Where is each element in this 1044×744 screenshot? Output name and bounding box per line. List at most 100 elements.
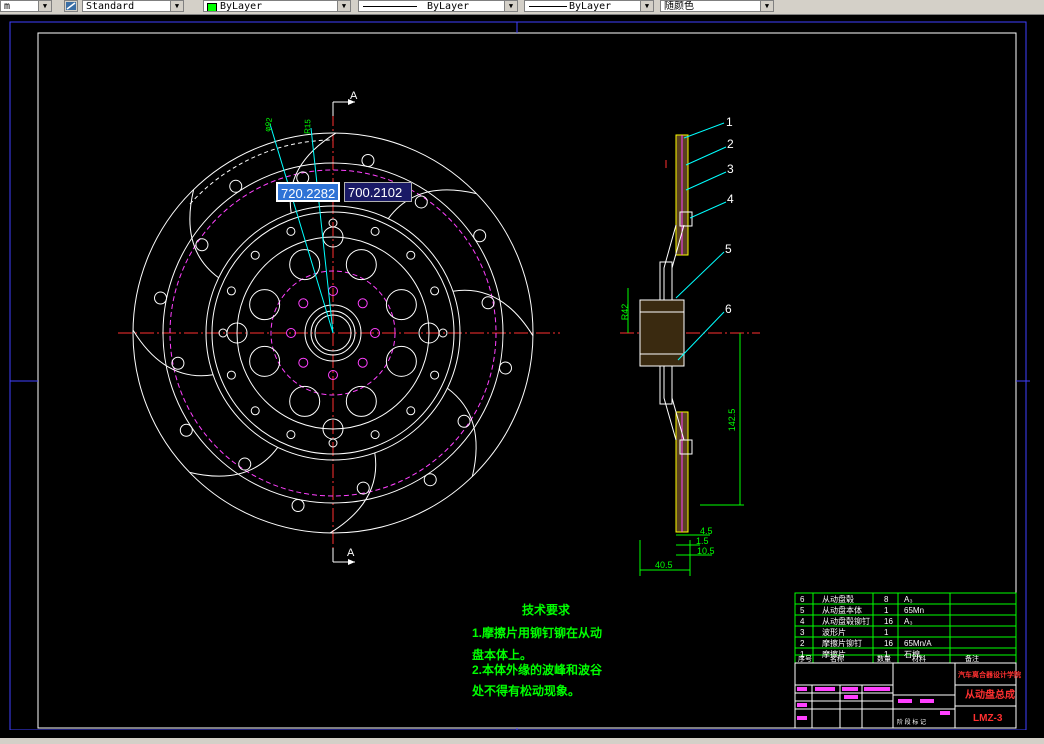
plotstyle-select[interactable]: 随颜色 ▼ <box>660 0 774 12</box>
rivet-hole <box>361 154 375 168</box>
section-view <box>620 122 760 576</box>
parts-cell: 从动盘毂 <box>822 594 854 604</box>
rivet-hole <box>423 473 437 487</box>
parts-cell: 16 <box>884 617 893 626</box>
balloon-6: 6 <box>725 302 732 316</box>
rivet-hole <box>457 414 471 428</box>
linetype-select[interactable]: ByLayer ▼ <box>358 0 518 12</box>
tech-req-line-2: 盘本体上。 <box>472 647 532 662</box>
tech-req-line-3: 2.本体外缘的波峰和波谷 <box>472 662 603 677</box>
status-bar <box>0 738 1044 744</box>
hub-rivet-hole <box>298 298 309 309</box>
window-hole <box>385 345 417 377</box>
rivet-hole <box>179 423 193 437</box>
rivet-hole <box>229 179 243 193</box>
parts-cell: 从动盘毂铆钉 <box>822 616 870 626</box>
balloon-5: 5 <box>725 242 732 256</box>
hub-rivet-hole <box>298 357 309 368</box>
tech-req-title: 技术要求 <box>522 602 571 617</box>
lineweight-value: ByLayer <box>569 1 612 12</box>
drawing-canvas[interactable]: φ92 R15 A A R42 142.5 4.5 1.5 10.5 40.5 … <box>0 14 1044 730</box>
window-hole <box>345 385 377 417</box>
parts-cell: 1 <box>884 628 889 637</box>
sheet-outer-frame <box>9 21 1027 730</box>
rivet-hole <box>481 296 495 310</box>
part-balloons: 1 2 3 4 5 6 <box>725 115 734 316</box>
drawing-number: LMZ-3 <box>973 713 1003 724</box>
small-hole <box>250 250 260 260</box>
small-hole <box>430 370 440 380</box>
plotstyle-value: 随颜色 <box>664 1 694 12</box>
chevron-down-icon[interactable]: ▼ <box>337 1 350 11</box>
hub-rivet-hole <box>357 357 368 368</box>
section-label-bottom: A <box>347 547 355 559</box>
header-material: 材料 <box>912 654 926 663</box>
rivet-hole <box>414 195 428 209</box>
small-hole <box>250 406 260 416</box>
text-style-select[interactable]: Standard ▼ <box>82 0 184 12</box>
rivet-hole <box>195 238 209 252</box>
parts-cell: 1 <box>884 606 889 615</box>
partial-combo-label: m <box>4 1 11 12</box>
small-hole <box>370 430 380 440</box>
title-block-fills <box>797 687 950 720</box>
small-hole <box>406 250 416 260</box>
rivet-hole <box>171 356 185 370</box>
window-hole <box>345 249 377 281</box>
section-mark-top: A <box>332 90 358 116</box>
parts-cell: 16 <box>884 639 893 648</box>
color-value: ByLayer <box>220 1 263 12</box>
tech-req-line-1: 1.摩擦片用铆钉铆在从动 <box>472 625 602 640</box>
parts-cell: 6 <box>800 595 805 604</box>
parts-cell: 65Mn/A <box>904 639 932 648</box>
balloon-4: 4 <box>727 192 734 206</box>
small-hole <box>406 406 416 416</box>
rivet-hole <box>238 457 252 471</box>
header-qty: 数量 <box>877 654 891 663</box>
chevron-down-icon[interactable]: ▼ <box>504 1 517 11</box>
parts-cell: 从动盘本体 <box>822 605 862 615</box>
title-block-small-marks: 阶 段 标 记 <box>897 718 926 726</box>
small-hole <box>370 226 380 236</box>
window-hole <box>249 345 281 377</box>
chevron-down-icon[interactable]: ▼ <box>760 1 773 11</box>
chevron-down-icon[interactable]: ▼ <box>38 1 51 11</box>
title-block-small-text: 阶 段 标 记 <box>897 718 926 726</box>
wave-cut-line <box>132 329 214 377</box>
dynamic-input-y[interactable]: 700.2102 <box>344 182 412 202</box>
color-swatch-icon <box>207 3 217 11</box>
window-hole <box>289 385 321 417</box>
window-hole <box>249 289 281 321</box>
drawing-name: 从动盘总成 <box>965 688 1015 701</box>
lineweight-select[interactable]: ByLayer ▼ <box>524 0 654 12</box>
small-hole <box>286 226 296 236</box>
rivet-hole <box>291 498 305 512</box>
wave-cut-line <box>329 452 377 534</box>
small-hole <box>286 430 296 440</box>
dim-10-5: 10.5 <box>697 546 715 556</box>
partial-combo[interactable]: m ▼ <box>0 0 52 12</box>
parts-cell: A₃ <box>904 617 913 626</box>
color-select[interactable]: ByLayer ▼ <box>203 0 351 12</box>
dim-4-5: 4.5 <box>700 526 713 536</box>
rivet-hole <box>473 229 487 243</box>
text-style-icon[interactable] <box>64 0 78 12</box>
small-hole <box>430 286 440 296</box>
chevron-down-icon[interactable]: ▼ <box>170 1 183 11</box>
text-style-value: Standard <box>86 1 135 12</box>
lineweight-preview-icon <box>529 6 567 7</box>
balloon-2: 2 <box>727 137 734 151</box>
header-no: 序号 <box>798 654 812 663</box>
parts-cell: 2 <box>800 639 805 648</box>
dim-142-5: 142.5 <box>727 409 737 432</box>
dim-1-5: 1.5 <box>696 536 709 546</box>
parts-cell: 65Mn <box>904 606 924 615</box>
dim-r42: R42 <box>620 304 630 321</box>
balloon-3: 3 <box>727 162 734 176</box>
frame-center-marks <box>10 22 1030 730</box>
dynamic-input-x[interactable]: 720.2282 <box>276 182 340 202</box>
front-view-disc <box>118 112 560 560</box>
dim-top-2: R15 <box>303 119 313 135</box>
balloon-1: 1 <box>726 115 733 129</box>
chevron-down-icon[interactable]: ▼ <box>640 1 653 11</box>
